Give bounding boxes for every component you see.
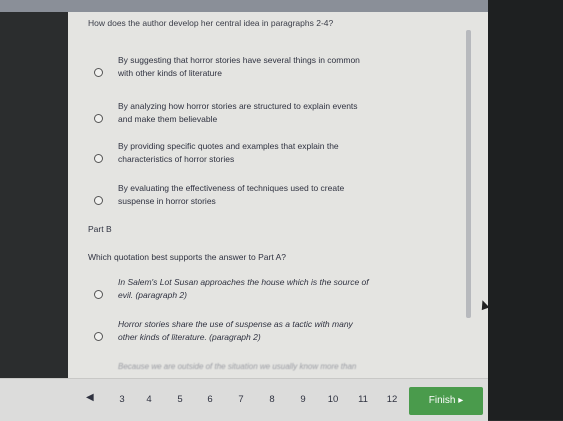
page-button-11[interactable]: 11 bbox=[353, 394, 373, 405]
question-panel: How does the author develop her central … bbox=[68, 12, 488, 378]
part-b-prompt: Which quotation best supports the answer… bbox=[88, 252, 286, 262]
page-button-7[interactable]: 7 bbox=[231, 394, 251, 405]
page-button-12[interactable]: 12 bbox=[382, 394, 402, 405]
choice-text: In Salem's Lot Susan approaches the hous… bbox=[118, 277, 369, 300]
radio-button[interactable] bbox=[94, 332, 103, 341]
choice-text: Horror stories share the use of suspense… bbox=[118, 319, 353, 342]
radio-button[interactable] bbox=[94, 68, 103, 77]
question-prompt: How does the author develop her central … bbox=[88, 18, 334, 28]
radio-button[interactable] bbox=[94, 154, 103, 163]
window-top-bar bbox=[0, 0, 563, 12]
radio-button[interactable] bbox=[94, 114, 103, 123]
choice-text: By evaluating the effectiveness of techn… bbox=[118, 183, 345, 206]
radio-button[interactable] bbox=[94, 196, 103, 205]
radio-button[interactable] bbox=[94, 290, 103, 299]
page-button-8[interactable]: 8 bbox=[262, 394, 282, 405]
choice-text: By analyzing how horror stories are stru… bbox=[118, 101, 358, 124]
mouse-cursor-icon bbox=[478, 298, 488, 311]
page-button-4[interactable]: 4 bbox=[139, 394, 159, 405]
page-button-10[interactable]: 10 bbox=[323, 394, 343, 405]
question-navigation: ◀ 3 4 5 6 7 8 9 10 11 12 Finish ▸ bbox=[0, 378, 488, 421]
page-button-9[interactable]: 9 bbox=[293, 394, 313, 405]
cut-off-choice-text: Because we are outside of the situation … bbox=[118, 362, 357, 371]
chevron-left-icon[interactable]: ◀ bbox=[86, 392, 94, 403]
page-button-3[interactable]: 3 bbox=[112, 394, 132, 405]
background-edge bbox=[488, 0, 563, 420]
choice-text: By providing specific quotes and example… bbox=[118, 141, 339, 164]
finish-button[interactable]: Finish ▸ bbox=[409, 387, 483, 415]
panel-scrollbar[interactable] bbox=[466, 30, 471, 318]
part-b-label: Part B bbox=[88, 224, 112, 234]
page-button-6[interactable]: 6 bbox=[200, 394, 220, 405]
choice-text: By suggesting that horror stories have s… bbox=[118, 55, 360, 78]
page-button-5[interactable]: 5 bbox=[170, 394, 190, 405]
